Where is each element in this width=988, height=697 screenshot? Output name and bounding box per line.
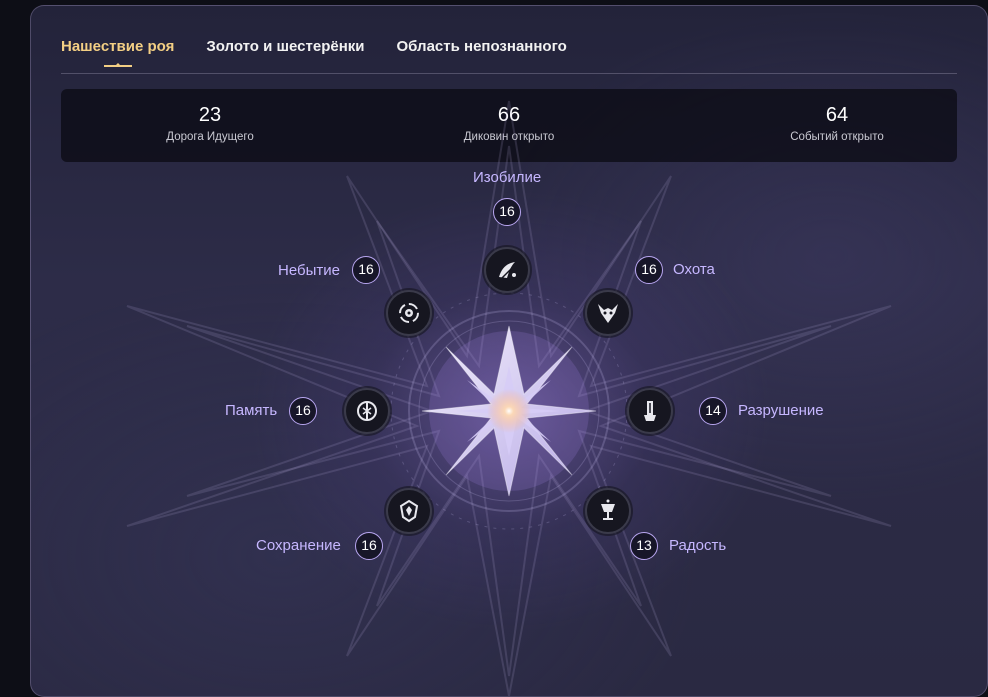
- preservation-icon: [399, 499, 419, 523]
- path-node-hunt[interactable]: [585, 290, 631, 336]
- path-count-badge-destruction: 14: [699, 397, 727, 425]
- main-panel: Нашествие роя Золото и шестерёнки Област…: [30, 5, 988, 697]
- path-count-badge-hunt: 16: [635, 256, 663, 284]
- path-label-nihility: Небытие: [278, 262, 340, 279]
- path-label-preservation: Сохранение: [256, 537, 341, 554]
- aeon-star-emblem: [126, 100, 892, 696]
- elation-icon: [601, 499, 615, 520]
- abundance-icon: [499, 262, 516, 280]
- path-node-remembrance[interactable]: [344, 388, 390, 434]
- path-node-elation[interactable]: [585, 488, 631, 534]
- path-count-badge-abundance: 16: [493, 198, 521, 226]
- path-node-preservation[interactable]: [386, 488, 432, 534]
- path-count-badge-elation: 13: [630, 532, 658, 560]
- path-node-nihility[interactable]: [386, 290, 432, 336]
- remembrance-icon: [357, 401, 377, 421]
- path-label-destruction: Разрушение: [738, 402, 824, 419]
- path-label-hunt: Охота: [673, 261, 715, 278]
- path-node-destruction[interactable]: [627, 388, 673, 434]
- path-count-badge-preservation: 16: [355, 532, 383, 560]
- path-node-abundance[interactable]: [484, 247, 530, 293]
- path-label-remembrance: Память: [225, 402, 278, 419]
- path-label-abundance: Изобилие: [473, 169, 542, 186]
- path-label-elation: Радость: [669, 537, 727, 554]
- destruction-icon: [644, 401, 656, 421]
- path-count-badge-nihility: 16: [352, 256, 380, 284]
- nihility-icon: [399, 303, 419, 323]
- path-count-badge-remembrance: 16: [289, 397, 317, 425]
- hunt-icon: [598, 304, 618, 323]
